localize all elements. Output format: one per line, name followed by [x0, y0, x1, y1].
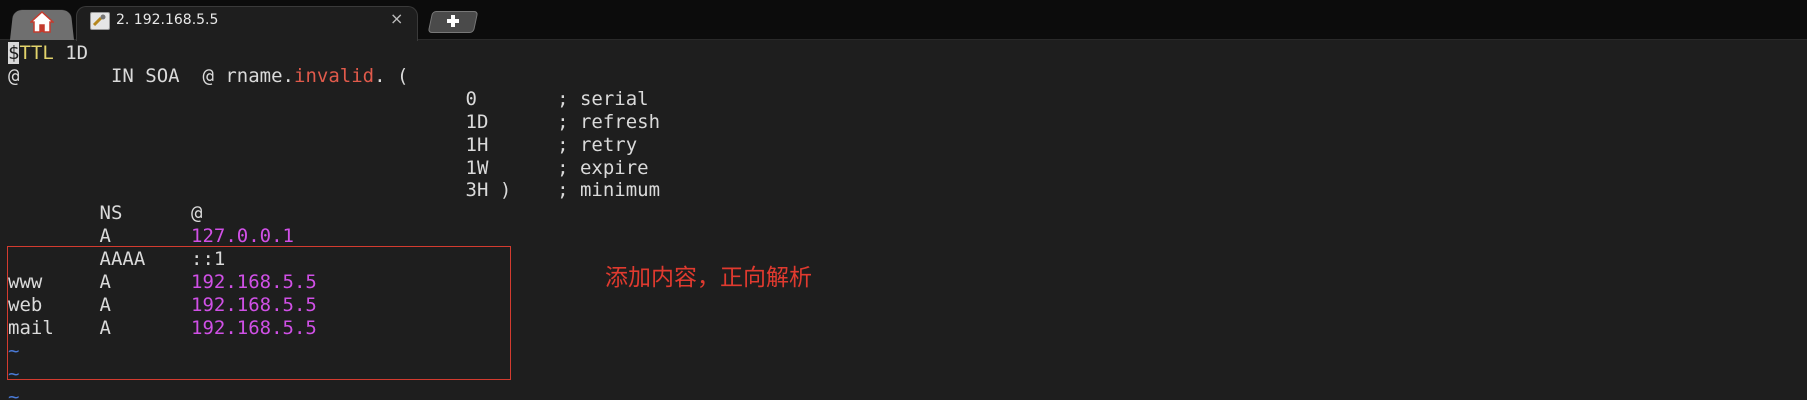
soa-record: IN SOA @ rname. — [19, 65, 294, 87]
zone-minimum-line: 3H ) ; minimum — [8, 179, 661, 201]
ttl-keyword: TTL — [19, 42, 54, 64]
soa-tail: . ( — [374, 65, 409, 87]
close-icon[interactable]: × — [390, 11, 403, 27]
zone-a-line: A 127.0.0.1 — [8, 225, 294, 248]
terminal-icon — [90, 12, 110, 30]
soa-origin: @ — [8, 65, 20, 87]
soa-invalid: invalid — [294, 65, 375, 87]
text-cursor: $ — [8, 42, 20, 64]
a-record-ip: 127.0.0.1 — [191, 225, 294, 247]
zone-ns-line: NS @ — [8, 202, 203, 224]
zone-expire-line: 1W ; expire — [8, 157, 649, 179]
zone-retry-line: 1H ; retry — [8, 134, 638, 156]
ttl-value: 1D — [53, 42, 89, 64]
annotation-label: 添加内容，正向解析 — [605, 265, 812, 291]
zone-refresh-line: 1D ; refresh — [8, 111, 661, 133]
zone-ttl-line: $TTL 1D — [8, 42, 88, 65]
zone-soa-line: @ IN SOA @ rname.invalid. ( — [8, 65, 408, 88]
plus-icon[interactable] — [446, 14, 460, 28]
home-icon[interactable] — [30, 10, 54, 34]
tab-bar: 2. 192.168.5.5 × — [0, 0, 1807, 41]
zone-serial-line: 0 ; serial — [8, 88, 649, 110]
session-tab-label: 2. 192.168.5.5 — [116, 12, 219, 28]
empty-line-marker: ~ — [8, 386, 20, 400]
a-record-prefix: A — [8, 225, 192, 247]
highlight-box — [7, 246, 511, 380]
